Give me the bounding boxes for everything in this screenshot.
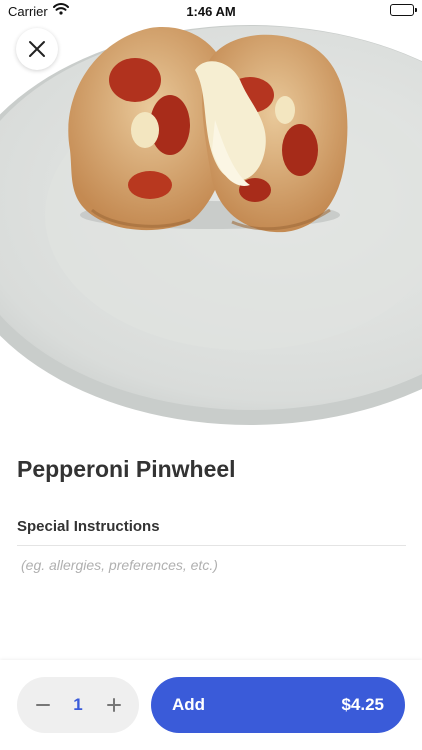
- item-photo: [0, 0, 422, 432]
- quantity-stepper: 1: [17, 677, 139, 733]
- divider: [17, 545, 406, 546]
- battery-icon: [390, 4, 417, 16]
- increment-button[interactable]: [102, 693, 126, 717]
- plus-icon: [107, 698, 121, 712]
- quantity-value: 1: [73, 695, 83, 714]
- pepperoni-pinwheel-image: [0, 25, 422, 425]
- special-instructions-label: Special Instructions: [17, 518, 160, 535]
- status-time: 1:46 AM: [186, 4, 236, 19]
- bottom-action-bar: 1 Add $4.25: [0, 660, 422, 750]
- close-button[interactable]: [16, 28, 58, 70]
- decrement-button[interactable]: [31, 693, 55, 717]
- special-instructions-input[interactable]: [17, 552, 406, 578]
- item-price: $4.25: [341, 695, 384, 714]
- add-button-label: Add: [172, 695, 206, 714]
- item-title: Pepperoni Pinwheel: [17, 456, 236, 482]
- close-icon: [29, 41, 45, 57]
- minus-icon: [36, 704, 50, 706]
- add-to-order-button[interactable]: Add $4.25: [151, 677, 405, 733]
- status-bar: Carrier 1:46 AM: [0, 0, 422, 22]
